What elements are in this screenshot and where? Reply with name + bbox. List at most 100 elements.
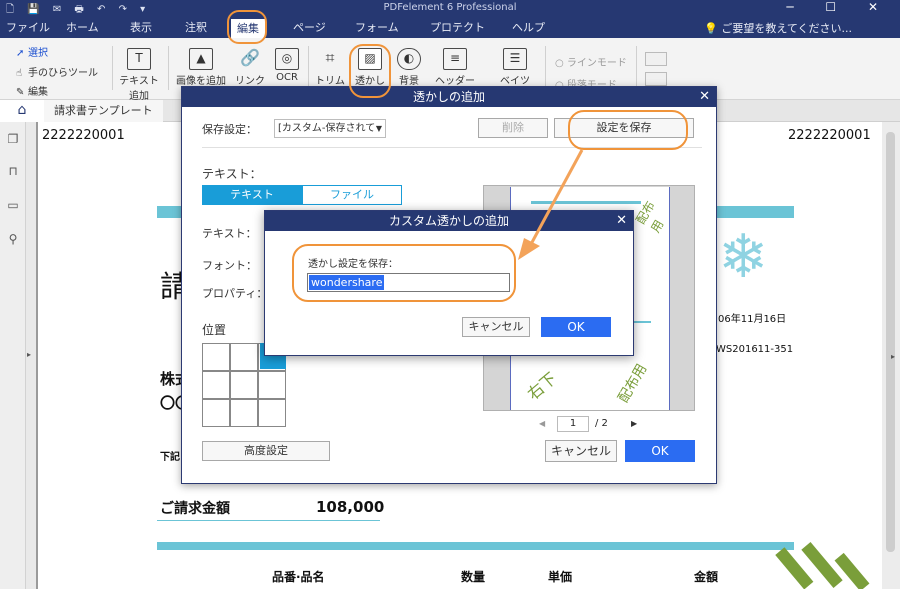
dialog-cancel-button[interactable]: キャンセル (545, 440, 617, 462)
dialog-ok-button[interactable]: OK (625, 440, 695, 462)
page-watermark-graphic (775, 541, 870, 589)
home-tab[interactable]: ⌂ (0, 100, 44, 122)
select-tool[interactable]: ➚ 選択 (16, 44, 48, 59)
col-item: 品番·品名 (272, 570, 325, 584)
distribute-dropdown[interactable] (645, 72, 667, 86)
right-panel-toggle-icon[interactable]: ▸ (891, 352, 895, 361)
amount-value: 108,000 (316, 498, 385, 516)
sidebar-collapse-handle[interactable]: ▸ (26, 122, 36, 589)
line-mode-label: ラインモード (566, 58, 627, 69)
search-icon[interactable]: ⚲ (5, 232, 21, 246)
ribbon-divider (308, 46, 309, 90)
crop-icon: ⌗ (325, 48, 335, 67)
text-field-label: テキスト： (202, 227, 257, 240)
add-text-button[interactable]: T テキスト 追加 (118, 48, 160, 102)
font-label: フォント： (202, 259, 257, 272)
dialog-title-bar: 透かしの追加 ✕ (182, 87, 716, 107)
preview-watermark-3: 配布用 (633, 198, 667, 235)
advanced-settings-button[interactable]: 高度設定 (202, 441, 330, 461)
link-icon: 🔗 (240, 48, 260, 67)
menu-help[interactable]: ヘルプ (512, 19, 545, 35)
delete-button[interactable]: 削除 (478, 118, 548, 138)
arrow-annotation (518, 149, 584, 260)
table-band (157, 542, 794, 550)
page-number-input[interactable]: 1 (557, 416, 589, 432)
segment-text[interactable]: テキスト (202, 185, 302, 205)
snowflake-icon: ❄ (718, 222, 769, 292)
page-total: / 2 (595, 418, 608, 429)
invoice-date: 06年11月16日 (718, 314, 787, 325)
help-search[interactable]: 💡 ご要望を教えてください... (704, 20, 852, 36)
ribbon-divider (636, 46, 637, 90)
menu-form[interactable]: フォーム (355, 19, 399, 35)
custom-cancel-button[interactable]: キャンセル (462, 317, 530, 337)
menu-comment[interactable]: 注釈 (185, 19, 207, 35)
menu-protect[interactable]: プロテクト (430, 19, 485, 35)
ocr-button[interactable]: ◎ OCR (272, 48, 302, 83)
close-icon[interactable]: ✕ (616, 211, 627, 231)
edit-tool[interactable]: ✎ 編集 (16, 83, 48, 98)
ribbon-divider (168, 46, 169, 90)
chevron-right-icon: ▸ (27, 350, 32, 359)
hand-label: 手のひらツール (28, 68, 98, 79)
menu-page[interactable]: ページ (293, 19, 326, 35)
lightbulb-icon: 💡 (704, 22, 718, 35)
ocr-label: OCR (276, 72, 298, 83)
add-text-label: テキスト (119, 76, 159, 87)
col-qty: 数量 (461, 570, 486, 584)
highlight-watermark-tool (349, 44, 391, 98)
invoice-code: WS201611-351 (716, 344, 794, 355)
ribbon-divider (545, 46, 546, 90)
custom-dialog-title: カスタム透かしの追加 (388, 214, 509, 228)
next-page-icon[interactable]: ▶ (631, 419, 637, 428)
select-label: 選択 (28, 48, 48, 59)
ribbon-divider (112, 46, 113, 90)
highlight-name-input (292, 244, 516, 302)
menu-home[interactable]: ホーム (66, 19, 99, 35)
text-section-label: テキスト： (202, 167, 262, 181)
trim-button[interactable]: ⌗ トリム (314, 48, 346, 87)
ocr-icon: ◎ (275, 48, 299, 70)
close-icon[interactable]: ✕ (699, 87, 710, 107)
bates-icon: ☰ (503, 48, 527, 70)
window-controls[interactable]: ─ ☐ ✕ (786, 0, 892, 14)
help-search-text: ご要望を教えてください... (721, 22, 852, 35)
line-mode-radio[interactable]: ○ ラインモード (555, 54, 627, 69)
amount-label: ご請求金額 (160, 501, 230, 517)
doc-number-right: 2222220001 (788, 128, 871, 143)
app-title: PDFelement 6 Professional (383, 2, 517, 13)
background-button[interactable]: ◐ 背景 (392, 48, 426, 87)
highlight-edit-menu (227, 10, 267, 44)
menu-view[interactable]: 表示 (130, 19, 152, 35)
header-button[interactable]: ≡ ヘッダー (434, 48, 476, 87)
property-label: プロパティ： (202, 287, 268, 300)
home-icon: ⌂ (17, 102, 27, 118)
document-tab[interactable]: 請求書テンプレート (44, 100, 163, 122)
edit-label: 編集 (28, 87, 48, 98)
hand-tool[interactable]: ☝ 手のひらツール (16, 64, 98, 79)
save-settings-label: 保存設定： (202, 123, 257, 136)
text-box-icon: T (127, 48, 151, 70)
comment-icon[interactable]: ▭ (5, 198, 21, 212)
save-settings-value: [カスタム-保存されて (278, 123, 376, 134)
header-icon: ≡ (443, 48, 467, 70)
amount-underline (157, 520, 380, 521)
preview-watermark-2: 配布用 (615, 361, 651, 406)
chevron-down-icon: ▼ (375, 124, 382, 133)
segment-file[interactable]: ファイル (302, 185, 402, 205)
link-button[interactable]: 🔗 リンク (232, 48, 268, 87)
menu-file[interactable]: ファイル (6, 19, 50, 35)
prev-page-icon[interactable]: ◀ (539, 419, 545, 428)
bates-button[interactable]: ☰ ベイツ (496, 48, 534, 87)
pages-icon[interactable]: ❐ (5, 132, 21, 146)
add-image-button[interactable]: ▲ 画像を追加 (175, 48, 227, 87)
save-settings-select[interactable]: [カスタム-保存されて ▼ (274, 119, 386, 138)
title-bar: 🗋 💾 ✉ 🖶 ↶ ↷ ▾ PDFelement 6 Professional … (0, 0, 900, 38)
scrollbar-thumb[interactable] (886, 132, 895, 552)
background-icon: ◐ (397, 48, 421, 70)
custom-ok-button[interactable]: OK (541, 317, 611, 337)
bookmark-icon[interactable]: ⊓ (5, 164, 21, 178)
position-label: 位置 (202, 323, 227, 337)
left-sidebar: ❐ ⊓ ▭ ⚲ (0, 122, 26, 589)
align-dropdown[interactable] (645, 52, 667, 66)
